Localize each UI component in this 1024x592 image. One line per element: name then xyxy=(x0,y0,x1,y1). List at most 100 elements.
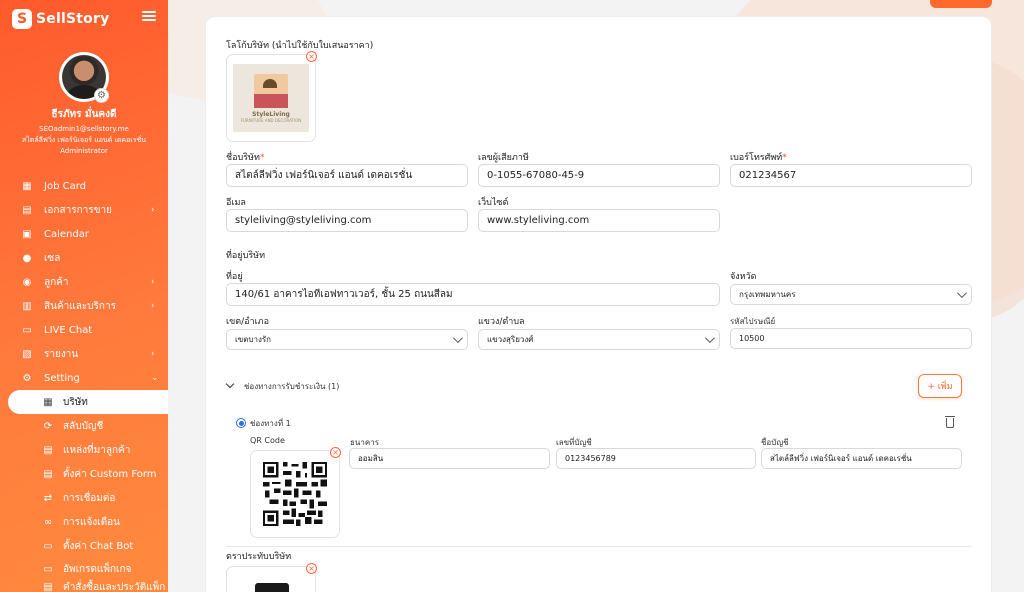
chevron-down-icon xyxy=(956,287,967,298)
sidebar-item-label: การเชื่อมต่อ xyxy=(63,492,116,504)
website-label: เว็บไซต์ xyxy=(478,198,509,208)
sidebar-item-label: เซล xyxy=(44,252,61,264)
account-number-input[interactable]: 0123456789 xyxy=(556,448,756,469)
sidebar-item-label: อัพเกรดแพ็กเกจ xyxy=(63,563,132,575)
add-payment-button[interactable]: + เพิ่ม xyxy=(918,374,962,398)
calendar-icon: ▣ xyxy=(22,228,32,240)
sidebar-item-switch-account[interactable]: ⟳ สลับบัญชี xyxy=(0,414,168,438)
subdistrict-value: แขวงสุริยวงศ์ xyxy=(487,335,534,344)
province-select[interactable]: กรุงเทพมหานคร xyxy=(730,284,972,305)
monitor-icon: ▭ xyxy=(43,563,53,575)
sidebar-item-label: ตั้งค่า Chat Bot xyxy=(63,540,134,552)
payment-section-title[interactable]: ช่องทางการรับชำระเงิน (1) xyxy=(244,380,339,393)
sidebar-item-reports[interactable]: ▧ รายงาน › xyxy=(0,342,168,366)
user-email: SEOadmin1@sellstory.me xyxy=(39,125,129,133)
remove-stamp-icon[interactable]: × xyxy=(306,563,317,574)
sidebar-item-job-card[interactable]: ▦ Job Card xyxy=(0,174,168,198)
company-logo-image: StyleLiving FURNITURE AND DECORATION xyxy=(233,64,309,132)
sidebar-item-label: สลับบัญชี xyxy=(63,420,104,432)
sidebar-item-label: เอกสารการขาย xyxy=(44,204,112,216)
link-icon: ∞ xyxy=(43,516,53,528)
sidebar-item-label: แหล่งที่มาลูกค้า xyxy=(63,444,131,456)
address-input[interactable]: 140/61 อาคารไอทีเอฟทาวเวอร์, ชั้น 25 ถนน… xyxy=(226,283,720,306)
sidebar: S SellStory ⚙ ธีรภัทร มั่นคงดี SEOadmin1… xyxy=(0,0,168,592)
user-company: สไตล์ลีฟวิ่ง เฟอร์นิเจอร์ แอนด์ เดคอเรชั… xyxy=(21,136,146,144)
stamp-label: ตราประทับบริษัท xyxy=(226,552,292,562)
trash-icon[interactable] xyxy=(945,416,955,428)
box-icon: ▥ xyxy=(22,300,32,312)
company-logo-upload[interactable]: StyleLiving FURNITURE AND DECORATION xyxy=(226,54,316,142)
postal-label: รหัสไปรษณีย์ xyxy=(730,317,776,326)
account-name-input[interactable]: สไตล์ลีฟวิ่ง เฟอร์นิเจอร์ แอนด์ เดคอเรชั… xyxy=(761,448,962,469)
chevron-down-icon xyxy=(704,332,715,343)
sidebar-item-notifications[interactable]: ∞ การแจ้งเตือน xyxy=(0,510,168,534)
clipboard-icon: ▦ xyxy=(22,180,32,192)
logo-subtext: FURNITURE AND DECORATION xyxy=(240,117,302,123)
switch-icon: ⟳ xyxy=(43,420,53,432)
sidebar-item-label: คำสั่งซื้อและประวัติแพ็ก xyxy=(63,581,166,592)
subdistrict-label: แขวง/ตำบล xyxy=(478,317,525,327)
district-value: เขตบางรัก xyxy=(235,335,272,344)
email-input[interactable]: styleliving@styleliving.com xyxy=(226,209,468,232)
sidebar-item-upgrade[interactable]: ▭ อัพเกรดแพ็กเกจ xyxy=(0,558,168,580)
chevron-right-icon: › xyxy=(151,205,155,215)
sidebar-item-chat-bot[interactable]: ▭ ตั้งค่า Chat Bot xyxy=(0,534,168,558)
company-name-input[interactable]: สไตล์ลีฟวิ่ง เฟอร์นิเจอร์ แอนด์ เดคอเรชั… xyxy=(226,164,468,187)
sidebar-item-customers[interactable]: ◉ ลูกค้า › xyxy=(0,270,168,294)
save-button[interactable] xyxy=(930,0,992,8)
tax-id-input[interactable]: 0-1055-67080-45-9 xyxy=(478,164,720,187)
remove-qr-icon[interactable]: × xyxy=(330,447,341,458)
person-icon: ● xyxy=(22,252,32,264)
hamburger-menu-icon[interactable] xyxy=(142,9,156,23)
sidebar-item-customer-source[interactable]: ▤ แหล่งที่มาลูกค้า xyxy=(0,438,168,462)
sidebar-item-live-chat[interactable]: ▭ LIVE Chat xyxy=(0,318,168,342)
sidebar-item-sales-docs[interactable]: ▤ เอกสารการขาย › xyxy=(0,198,168,222)
postal-input[interactable]: 10500 xyxy=(730,328,972,349)
sidebar-item-order-history[interactable]: ▤ คำสั่งซื้อและประวัติแพ็ก xyxy=(0,580,168,592)
history-icon: ▤ xyxy=(43,581,53,592)
brand-name: SellStory xyxy=(36,11,110,27)
sidebar-item-label: ลูกค้า xyxy=(44,276,69,288)
qr-code-label: QR Code xyxy=(250,436,285,445)
chevron-right-icon: › xyxy=(151,301,155,311)
district-label: เขต/อำเภอ xyxy=(226,317,269,327)
phone-input[interactable]: 021234567 xyxy=(730,164,972,187)
payment-channel-radio[interactable] xyxy=(236,418,246,428)
user-name: ธีรภัทร มั่นคงดี xyxy=(51,109,117,120)
website-input[interactable]: www.styleliving.com xyxy=(478,209,720,232)
sidebar-item-company[interactable]: ▦ บริษัท xyxy=(8,390,168,414)
company-stamp-upload[interactable] xyxy=(226,566,316,592)
district-select[interactable]: เขตบางรัก xyxy=(226,329,468,350)
logo-text: StyleLiving xyxy=(252,110,290,118)
building-icon: ▦ xyxy=(43,396,53,408)
sidebar-item-label: Job Card xyxy=(44,180,86,192)
remove-logo-icon[interactable]: × xyxy=(306,51,317,62)
form-icon: ▤ xyxy=(43,468,53,480)
sidebar-item-label: บริษัท xyxy=(63,396,88,408)
sidebar-item-label: Calendar xyxy=(44,228,89,240)
sidebar-item-label: รายงาน xyxy=(44,348,79,360)
chevron-right-icon: › xyxy=(151,349,155,359)
sidebar-item-integrations[interactable]: ⇄ การเชื่อมต่อ xyxy=(0,486,168,510)
sidebar-item-label: Setting xyxy=(44,372,80,384)
report-icon: ▧ xyxy=(22,348,32,360)
chat-icon: ▭ xyxy=(22,324,32,336)
brand-logo[interactable]: S SellStory xyxy=(12,9,109,29)
qr-code-image xyxy=(263,462,327,526)
sidebar-item-setting[interactable]: ⚙ Setting ⌄ xyxy=(0,366,168,390)
bank-input[interactable]: ออมสิน xyxy=(349,448,550,469)
sidebar-item-calendar[interactable]: ▣ Calendar xyxy=(0,222,168,246)
source-icon: ▤ xyxy=(43,444,53,456)
camera-icon[interactable]: ⚙ xyxy=(94,88,109,103)
chevron-right-icon: › xyxy=(151,277,155,287)
sidebar-item-products[interactable]: ▥ สินค้าและบริการ › xyxy=(0,294,168,318)
sidebar-item-sales[interactable]: ● เซล xyxy=(0,246,168,270)
phone-label: เบอร์โทรศัพท์* xyxy=(730,153,787,163)
address-label: ที่อยู่ xyxy=(226,272,243,282)
qr-code-upload[interactable] xyxy=(250,450,340,538)
bot-icon: ▭ xyxy=(43,540,53,552)
sidebar-item-custom-form[interactable]: ▤ ตั้งค่า Custom Form xyxy=(0,462,168,486)
arrows-icon: ⇄ xyxy=(43,492,53,504)
subdistrict-select[interactable]: แขวงสุริยวงศ์ xyxy=(478,329,720,350)
province-label: จังหวัด xyxy=(730,272,757,282)
